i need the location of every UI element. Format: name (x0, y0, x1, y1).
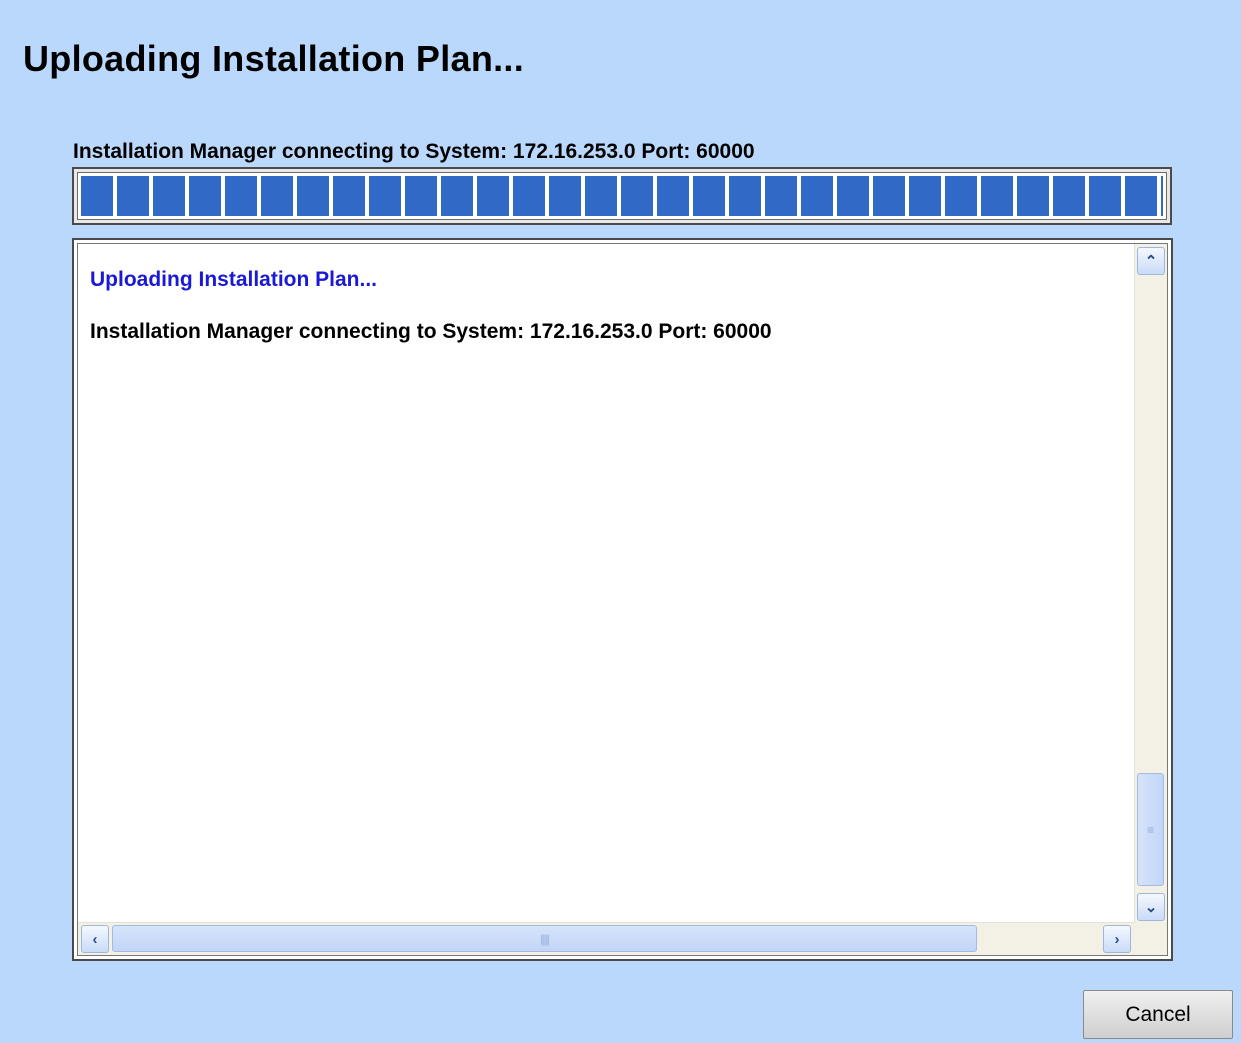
chevron-down-icon: ⌄ (1144, 899, 1158, 916)
page-title: Uploading Installation Plan... (23, 38, 525, 79)
chevron-right-icon: › (1114, 930, 1120, 948)
vertical-scrollbar[interactable]: ⌃ ≡ ⌄ (1134, 244, 1167, 923)
scroll-up-button[interactable]: ⌃ (1137, 247, 1165, 275)
log-content[interactable]: Uploading Installation Plan... Installat… (77, 243, 1168, 956)
progress-block (405, 176, 437, 216)
log-line: Installation Manager connecting to Syste… (90, 320, 772, 343)
progress-block (549, 176, 581, 216)
log-line: Uploading Installation Plan... (90, 268, 378, 291)
progress-bar (72, 167, 1172, 225)
progress-block (1125, 176, 1157, 216)
progress-block (1089, 176, 1121, 216)
progress-block (441, 176, 473, 216)
progress-block (189, 176, 221, 216)
progress-block (513, 176, 545, 216)
progress-block (1053, 176, 1085, 216)
scroll-right-button[interactable]: › (1103, 925, 1131, 953)
progress-block (693, 176, 725, 216)
log-panel[interactable]: Uploading Installation Plan... Installat… (72, 238, 1173, 961)
vertical-scroll-thumb[interactable]: ≡ (1137, 773, 1164, 886)
scroll-left-button[interactable]: ‹ (81, 925, 109, 953)
progress-block (873, 176, 905, 216)
progress-block (81, 176, 113, 216)
status-message: Installation Manager connecting to Syste… (73, 140, 755, 163)
grip-icon: |||| (540, 931, 550, 946)
progress-block (1161, 176, 1163, 216)
scrollbar-corner (1135, 923, 1167, 955)
progress-block (369, 176, 401, 216)
progress-block (225, 176, 257, 216)
progress-block (585, 176, 617, 216)
progress-block (261, 176, 293, 216)
progress-block (477, 176, 509, 216)
progress-block (837, 176, 869, 216)
progress-block (801, 176, 833, 216)
progress-block (945, 176, 977, 216)
chevron-up-icon: ⌃ (1144, 253, 1158, 270)
grip-icon: ≡ (1146, 822, 1154, 837)
scroll-down-button[interactable]: ⌄ (1137, 893, 1165, 921)
cancel-button[interactable]: Cancel (1083, 990, 1233, 1039)
progress-block (909, 176, 941, 216)
progress-block (729, 176, 761, 216)
chevron-left-icon: ‹ (92, 930, 98, 948)
progress-block (621, 176, 653, 216)
horizontal-scroll-thumb[interactable]: |||| (112, 925, 977, 952)
progress-track (77, 172, 1167, 220)
progress-block (297, 176, 329, 216)
progress-block (153, 176, 185, 216)
horizontal-scrollbar[interactable]: ‹ |||| › (78, 922, 1135, 955)
progress-block (117, 176, 149, 216)
progress-block (765, 176, 797, 216)
progress-block (1017, 176, 1049, 216)
progress-block (333, 176, 365, 216)
progress-fill (81, 176, 1163, 216)
progress-block (981, 176, 1013, 216)
progress-block (657, 176, 689, 216)
